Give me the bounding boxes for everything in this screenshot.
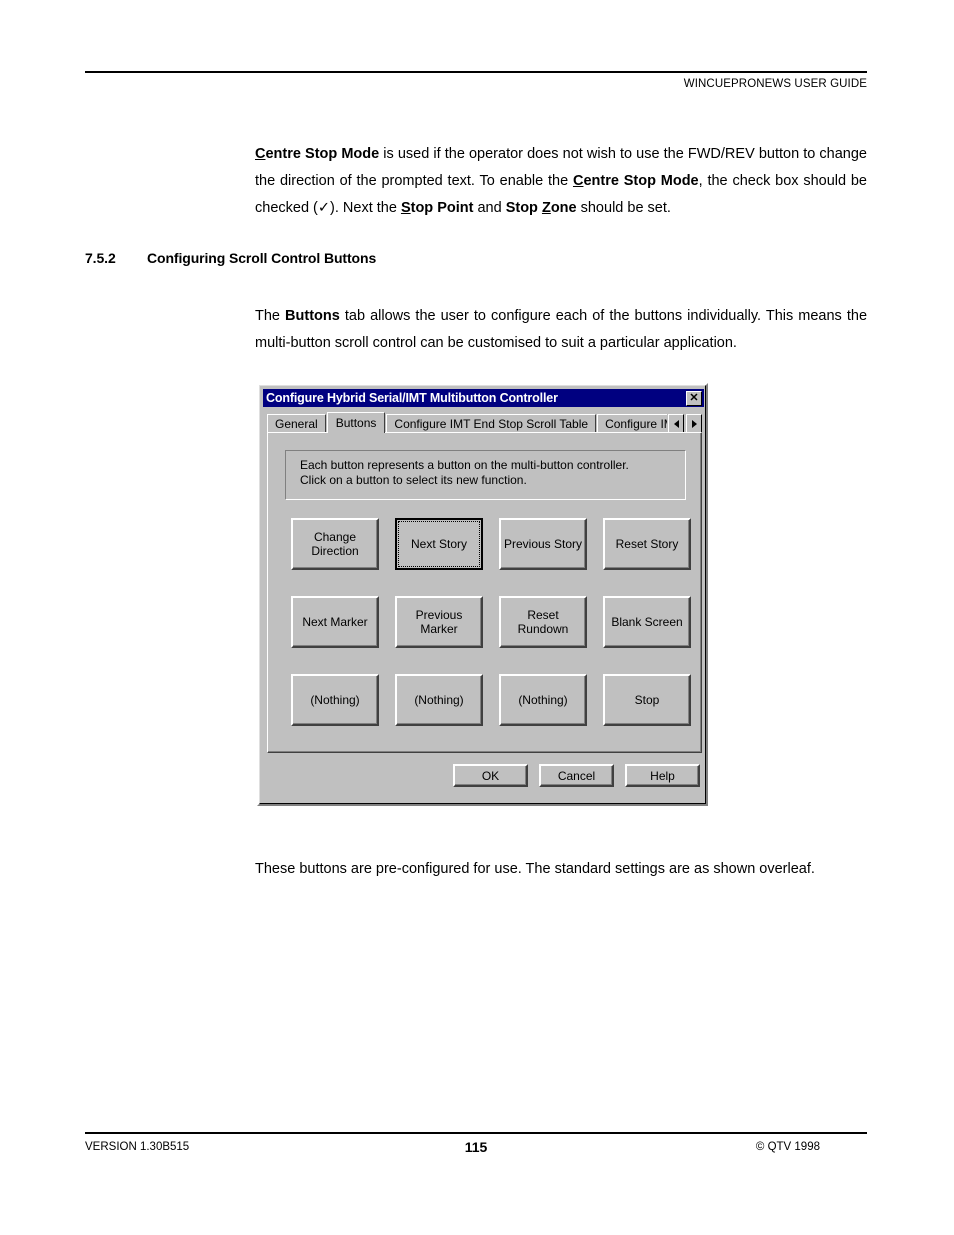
- tab-imt-centre-label: Configure IMT Cen: [605, 417, 667, 431]
- section-number: 7.5.2: [85, 250, 116, 266]
- function-button-label: Reset Story: [615, 537, 679, 551]
- function-button-label: (Nothing): [310, 693, 360, 707]
- section-heading: 7.5.2 Configuring Scroll Control Buttons: [85, 250, 376, 266]
- term-stop-zone-pre: Stop: [505, 199, 542, 216]
- function-button-next-marker[interactable]: Next Marker: [291, 596, 379, 648]
- function-button-label: Next Marker: [302, 615, 368, 629]
- function-button-label: Reset Rundown: [517, 608, 569, 636]
- ok-button[interactable]: OK: [453, 764, 528, 787]
- function-button-nothing-3[interactable]: (Nothing): [499, 674, 587, 726]
- term-centre-stop-mode-2: entre Stop Mode: [583, 172, 699, 189]
- function-button-label: Stop: [634, 693, 660, 707]
- term-centre-stop-mode-1: entre Stop Mode: [265, 145, 380, 162]
- function-button-previous-story[interactable]: Previous Story: [499, 518, 587, 570]
- function-button-label: Previous Story: [503, 537, 583, 551]
- accel-char-c1: C: [255, 145, 266, 162]
- function-button-label: Next Story: [410, 537, 467, 551]
- paragraph-centre-stop-mode: Centre Stop Mode is used if the operator…: [255, 141, 867, 222]
- tab-general-label: General: [275, 417, 318, 431]
- accel-char-c2: C: [572, 172, 584, 189]
- tab-general[interactable]: General: [267, 414, 326, 433]
- dialog-action-row: OK Cancel Help: [453, 764, 700, 787]
- function-button-label: Change Direction: [311, 530, 359, 558]
- function-button-label: (Nothing): [414, 693, 464, 707]
- configure-controller-dialog[interactable]: Configure Hybrid Serial/IMT Multibutton …: [257, 383, 708, 806]
- function-button-label: Previous Marker: [415, 608, 463, 636]
- function-button-change-direction[interactable]: Change Direction: [291, 518, 379, 570]
- text-seg-5: ). Next the: [330, 199, 401, 216]
- dialog-titlebar[interactable]: Configure Hybrid Serial/IMT Multibutton …: [263, 389, 704, 407]
- footer-copyright: © QTV 1998: [755, 1141, 820, 1153]
- help-button[interactable]: Help: [625, 764, 700, 787]
- section-title: Configuring Scroll Control Buttons: [147, 250, 377, 266]
- header-divider: [85, 71, 867, 73]
- tab-end-stop-label: Configure IMT End Stop Scroll Table: [394, 417, 589, 431]
- term-stop-zone-rest: one: [550, 199, 577, 216]
- accel-char-s: S: [400, 199, 411, 216]
- running-header: WINCUEPRONEWS USER GUIDE: [683, 78, 867, 90]
- accel-char-z: Z: [541, 199, 551, 216]
- tab-scroll-right-icon[interactable]: [686, 414, 702, 433]
- paragraph-buttons-tab: The Buttons tab allows the user to confi…: [255, 303, 867, 357]
- document-page: WINCUEPRONEWS USER GUIDE Centre Stop Mod…: [0, 0, 954, 1235]
- buttons-tab-page: Each button represents a button on the m…: [267, 432, 702, 753]
- tab-configure-imt-end-stop-scroll-table[interactable]: Configure IMT End Stop Scroll Table: [386, 414, 597, 433]
- function-button-nothing-1[interactable]: (Nothing): [291, 674, 379, 726]
- function-button-reset-rundown[interactable]: Reset Rundown: [499, 596, 587, 648]
- tab-configure-imt-centre[interactable]: Configure IMT Cen: [597, 414, 667, 433]
- tab-scroll-left-icon[interactable]: [668, 414, 684, 433]
- dialog-title: Configure Hybrid Serial/IMT Multibutton …: [266, 391, 558, 405]
- dialog-tabstrip[interactable]: General Buttons Configure IMT End Stop S…: [267, 412, 702, 433]
- text-seg-7: and: [473, 199, 506, 216]
- function-button-previous-marker[interactable]: Previous Marker: [395, 596, 483, 648]
- function-button-label: (Nothing): [518, 693, 568, 707]
- function-button-stop[interactable]: Stop: [603, 674, 691, 726]
- tab-buttons-label: Buttons: [335, 416, 377, 430]
- page-footer: VERSION 1.30B515 115 © QTV 1998: [85, 1139, 867, 1159]
- tab-buttons[interactable]: Buttons: [326, 412, 386, 433]
- function-button-nothing-2[interactable]: (Nothing): [395, 674, 483, 726]
- function-button-grid: Change Direction Next Story Previous Sto…: [291, 518, 691, 726]
- text-seg-9: should be set.: [576, 199, 671, 216]
- footer-divider: [85, 1132, 867, 1134]
- text-the: The: [255, 307, 286, 324]
- instruction-panel: Each button represents a button on the m…: [285, 450, 686, 500]
- function-button-label: Blank Screen: [611, 615, 683, 629]
- function-button-blank-screen[interactable]: Blank Screen: [603, 596, 691, 648]
- tab-scroll-controls[interactable]: [668, 414, 702, 433]
- cancel-button[interactable]: Cancel: [539, 764, 614, 787]
- function-button-next-story[interactable]: Next Story: [395, 518, 483, 570]
- paragraph-preconfigured: These buttons are pre-configured for use…: [255, 860, 815, 877]
- term-buttons: Buttons: [285, 307, 340, 324]
- close-icon[interactable]: ✕: [686, 390, 702, 406]
- text-buttons-tab-rest: tab allows the user to configure each of…: [255, 307, 868, 351]
- function-button-reset-story[interactable]: Reset Story: [603, 518, 691, 570]
- dialog-inner-frame: Configure Hybrid Serial/IMT Multibutton …: [259, 385, 706, 804]
- instruction-line-2: Click on a button to select its new func…: [300, 473, 527, 487]
- instruction-line-1: Each button represents a button on the m…: [300, 458, 629, 472]
- footer-page-number: 115: [464, 1139, 488, 1155]
- checkmark-glyph: ✓: [317, 199, 331, 216]
- term-stop-point: top Point: [410, 199, 474, 216]
